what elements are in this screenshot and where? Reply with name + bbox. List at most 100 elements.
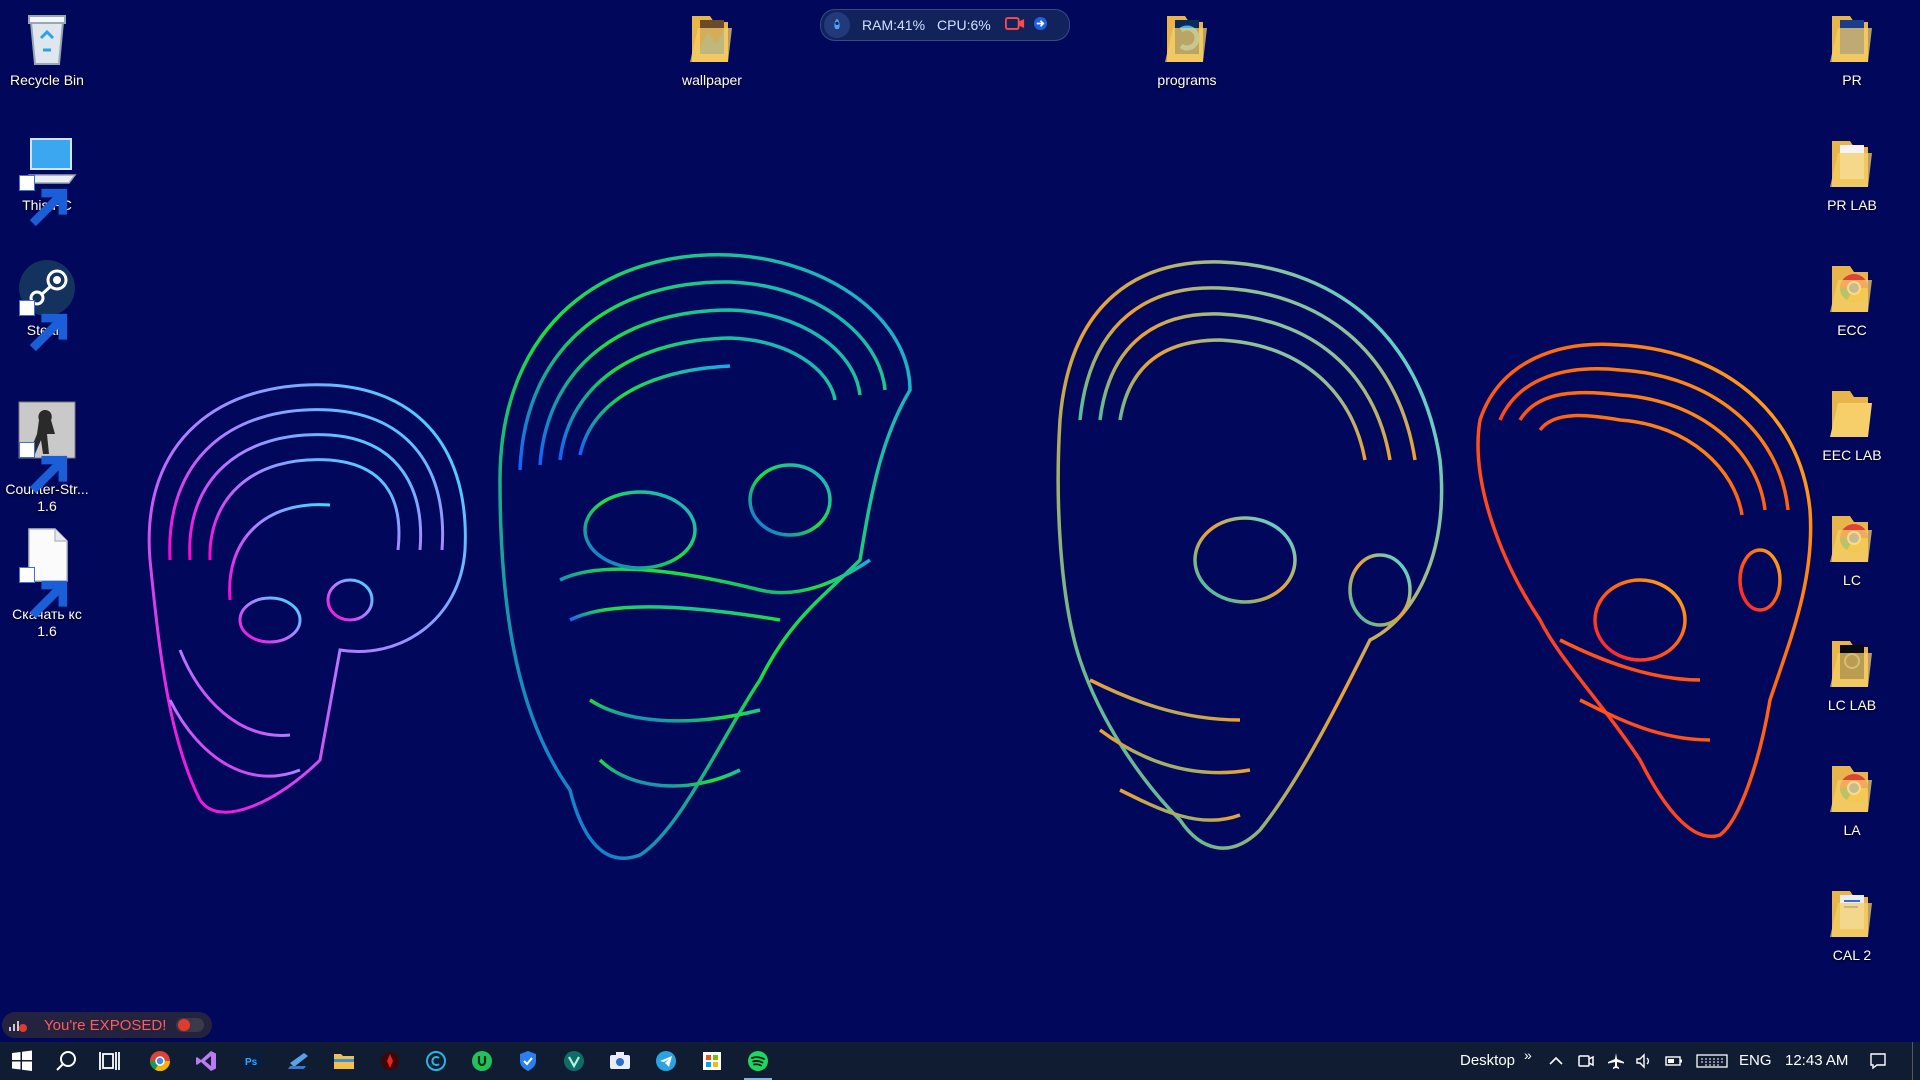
desktop-icon-download-cs[interactable]: Скачать кс 1.6	[0, 508, 95, 657]
search-icon	[56, 1051, 76, 1071]
taskbar-spotify[interactable]	[736, 1042, 780, 1080]
app-u-icon	[472, 1051, 492, 1071]
task-view-icon	[99, 1052, 120, 1070]
chrome-icon	[149, 1051, 171, 1072]
taskbar-shield[interactable]	[506, 1042, 550, 1080]
search-button[interactable]	[44, 1042, 88, 1080]
taskbar-vpn[interactable]	[552, 1042, 596, 1080]
desktop-icon-la[interactable]: LA	[1804, 758, 1900, 839]
skull-green	[498, 253, 912, 860]
file-explorer-icon	[334, 1054, 354, 1069]
exposed-warning-badge[interactable]: You're EXPOSED!	[2, 1012, 212, 1038]
signal-warning-icon	[9, 1021, 27, 1032]
camera-icon	[610, 1052, 630, 1069]
taskbar-visual-studio[interactable]	[184, 1042, 228, 1080]
ram-usage: RAM:41%	[862, 17, 926, 33]
chrome-folder-icon	[1830, 516, 1872, 562]
desktop-icon-label: CAL 2	[1832, 947, 1872, 963]
desktop-icon-label: programs	[1157, 72, 1217, 88]
taskbar-camera[interactable]	[598, 1042, 642, 1080]
telegram-icon	[656, 1051, 676, 1071]
svg-text:Ps: Ps	[245, 1057, 258, 1068]
task-view-button[interactable]	[88, 1042, 132, 1080]
taskbar-file-explorer[interactable]	[322, 1042, 366, 1080]
desktop-icon-label: LA	[1843, 822, 1861, 838]
airplane-mode-icon[interactable]	[1606, 1051, 1626, 1071]
chrome-folder-icon	[1830, 266, 1872, 312]
taskbar: Ps Desktop » ENG 12:43 AM	[0, 1042, 1920, 1080]
folder-icon	[1830, 141, 1872, 187]
desktop-icon-eec-lab[interactable]: EEC LAB	[1804, 383, 1900, 464]
shortcut-arrow-icon	[19, 442, 68, 494]
spotify-icon	[748, 1051, 768, 1071]
vpn-icon	[564, 1051, 584, 1071]
language-indicator[interactable]: ENG	[1739, 1042, 1772, 1080]
start-icon	[12, 1050, 32, 1071]
photoshop-icon: Ps	[242, 1052, 262, 1070]
desktop-icon-recycle-bin[interactable]: Recycle Bin	[0, 8, 95, 89]
skull-red	[1476, 342, 1813, 839]
desktop-icon-pr[interactable]: PR	[1804, 8, 1900, 89]
taskbar-app-c[interactable]	[414, 1042, 458, 1080]
desktop-icon-ecc[interactable]: ECC	[1804, 258, 1900, 339]
touch-keyboard-icon[interactable]	[1696, 1051, 1728, 1071]
battery-icon[interactable]	[1664, 1051, 1684, 1071]
taskbar-store[interactable]	[690, 1042, 734, 1080]
skull-orange-teal	[1056, 260, 1444, 850]
desktop-icon-pr-lab[interactable]: PR LAB	[1804, 133, 1900, 214]
chrome-folder-icon	[1830, 766, 1872, 812]
taskbar-app-red[interactable]	[368, 1042, 412, 1080]
taskbar-vscode[interactable]	[276, 1042, 320, 1080]
start-button[interactable]	[0, 1042, 44, 1080]
clock[interactable]: 12:43 AM	[1785, 1042, 1848, 1080]
shortcut-arrow-icon	[19, 567, 68, 619]
desktop-icon-programs[interactable]: programs	[1139, 8, 1235, 89]
desktop-icon-cal-2[interactable]: CAL 2	[1804, 883, 1900, 964]
wallpaper-skulls	[147, 253, 1813, 860]
record-icon[interactable]	[1004, 16, 1025, 34]
taskbar-photoshop[interactable]: Ps	[230, 1042, 274, 1080]
desktop-icon-steam[interactable]: Steam	[0, 258, 95, 352]
folder-icon	[1830, 891, 1872, 937]
taskbar-telegram[interactable]	[644, 1042, 688, 1080]
folder-icon	[1830, 391, 1872, 437]
volume-icon[interactable]	[1634, 1051, 1654, 1071]
performance-widget[interactable]: RAM:41% CPU:6%	[820, 9, 1070, 41]
desktop-icon-label: PR	[1842, 72, 1862, 88]
desktop-icon-label: wallpaper	[682, 72, 742, 88]
desktop-icon-label: PR LAB	[1827, 197, 1877, 213]
folder-icon	[690, 16, 732, 62]
visual-studio-icon	[196, 1051, 216, 1071]
rocket-icon[interactable]	[824, 12, 850, 38]
skull-pink	[147, 383, 467, 814]
desktop-icon-label: Recycle Bin	[10, 72, 84, 88]
folder-icon	[1830, 641, 1872, 687]
taskbar-app-u[interactable]	[460, 1042, 504, 1080]
notification-center-icon[interactable]	[1868, 1051, 1888, 1071]
desktop-icon-wallpaper[interactable]: wallpaper	[664, 8, 760, 89]
desktop-icon-label: ECC	[1837, 322, 1867, 338]
arrow-right-icon[interactable]	[1033, 16, 1048, 34]
meet-now-icon[interactable]	[1576, 1051, 1596, 1071]
vscode-icon	[288, 1053, 308, 1069]
desktop-icon-this-pc[interactable]: This PC	[0, 133, 95, 227]
desktop-icon-lc-lab[interactable]: LC LAB	[1804, 633, 1900, 714]
desktop-icon-lc[interactable]: LC	[1804, 508, 1900, 589]
desktop-toolbar-label[interactable]: Desktop	[1460, 1042, 1515, 1080]
store-icon	[703, 1052, 721, 1070]
tray-overflow-icon[interactable]	[1546, 1051, 1566, 1071]
exposed-toggle[interactable]	[176, 1018, 205, 1032]
shield-icon	[520, 1051, 536, 1071]
taskbar-chrome[interactable]	[138, 1042, 182, 1080]
toolbar-expand-chevron[interactable]: »	[1524, 1036, 1532, 1074]
desktop-icon-label: LC	[1843, 572, 1861, 588]
recycle-bin-icon	[28, 15, 66, 65]
shortcut-arrow-icon	[19, 300, 68, 352]
show-desktop-button[interactable]	[1912, 1042, 1913, 1080]
folder-icon	[1830, 16, 1872, 62]
app-c-icon	[426, 1051, 446, 1071]
folder-icon	[1165, 16, 1207, 62]
cpu-usage: CPU:6%	[937, 17, 991, 33]
exposed-label: You're EXPOSED!	[44, 1016, 167, 1034]
app-red-icon	[381, 1052, 399, 1070]
